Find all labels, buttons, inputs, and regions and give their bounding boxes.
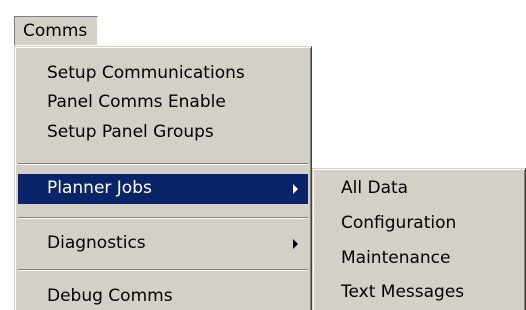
menu-item-label: Maintenance bbox=[341, 248, 451, 268]
menu-item-label: Planner Jobs bbox=[47, 178, 152, 198]
submenu-item-configuration[interactable]: Configuration bbox=[316, 213, 522, 239]
submenu-item-all-data[interactable]: All Data bbox=[316, 178, 522, 204]
submenu-item-text-messages[interactable]: Text Messages bbox=[316, 282, 522, 308]
menu-item-label: Setup Communications bbox=[47, 63, 245, 83]
comms-dropdown-menu: Setup Communications Panel Comms Enable … bbox=[14, 46, 312, 310]
menu-item-diagnostics[interactable]: Diagnostics bbox=[18, 229, 308, 259]
submenu-item-maintenance[interactable]: Maintenance bbox=[316, 248, 522, 274]
menu-item-planner-jobs[interactable]: Planner Jobs bbox=[18, 174, 308, 204]
menu-item-setup-panel-groups[interactable]: Setup Panel Groups bbox=[18, 122, 308, 148]
menu-item-label: Diagnostics bbox=[47, 233, 146, 253]
menu-item-label: Debug Comms bbox=[47, 286, 173, 306]
planner-jobs-submenu: All Data Configuration Maintenance Text … bbox=[312, 168, 526, 310]
menu-item-label: All Data bbox=[341, 178, 409, 198]
menu-item-setup-communications[interactable]: Setup Communications bbox=[18, 63, 308, 89]
comms-menu-label: Comms bbox=[23, 21, 88, 41]
chevron-right-icon bbox=[293, 239, 298, 249]
menu-item-label: Setup Panel Groups bbox=[47, 122, 214, 142]
menu-separator bbox=[18, 269, 308, 271]
menu-item-label: Configuration bbox=[341, 213, 457, 233]
chevron-right-icon bbox=[293, 184, 298, 194]
menu-item-label: Panel Comms Enable bbox=[47, 92, 226, 112]
menu-item-label: Text Messages bbox=[341, 282, 465, 302]
menu-separator bbox=[18, 217, 308, 219]
menu-separator bbox=[18, 163, 308, 165]
comms-menu-button[interactable]: Comms bbox=[14, 16, 98, 46]
menu-stage: Comms Setup Communications Panel Comms E… bbox=[0, 0, 526, 310]
menu-item-panel-comms-enable[interactable]: Panel Comms Enable bbox=[18, 92, 308, 118]
menu-item-debug-comms[interactable]: Debug Comms bbox=[18, 283, 308, 310]
